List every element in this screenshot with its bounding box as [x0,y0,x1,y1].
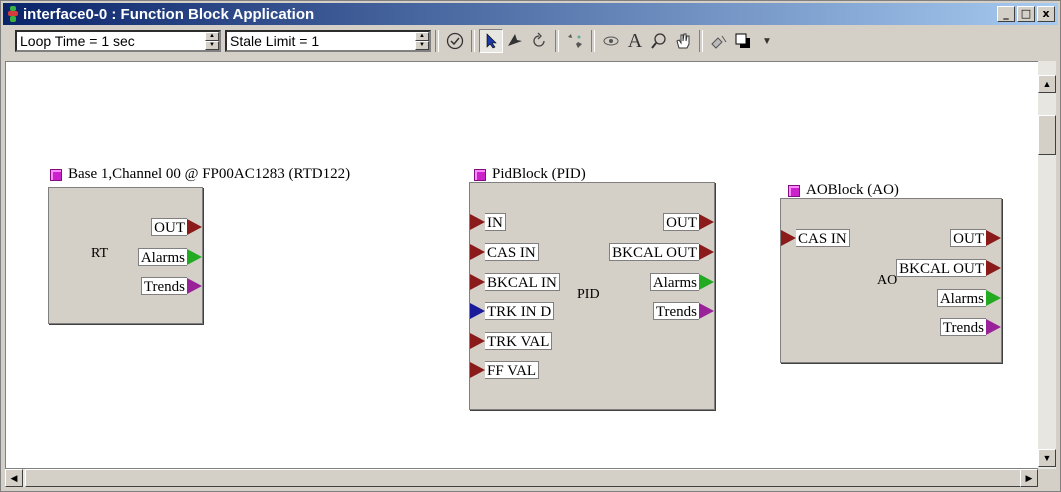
output-port-icon [187,219,202,235]
stale-limit-input[interactable] [227,33,429,49]
spin-down-icon[interactable]: ▼ [205,41,219,50]
block-type-label: PID [577,287,600,302]
rtd-port-trends[interactable]: Trends [140,276,202,296]
output-port-icon [699,214,714,230]
eye-icon[interactable] [599,29,623,53]
pid-port-trends[interactable]: Trends [652,301,714,321]
input-port-icon [470,244,485,260]
output-port-icon [986,230,1001,246]
pid-port-cas-in[interactable]: CAS IN [470,242,539,262]
paint-icon[interactable] [707,29,731,53]
spin-up-icon[interactable]: ▲ [205,32,219,41]
close-button[interactable]: x [1037,6,1055,22]
output-port-icon [699,303,714,319]
block-type-label: RT [91,246,109,261]
stale-limit-spinner[interactable]: ▲▼ [225,30,431,52]
pid-port-bkcal-in[interactable]: BKCAL IN [470,272,560,292]
dropdown-icon[interactable]: ▼ [755,29,779,53]
rtd-port-alarms[interactable]: Alarms [137,247,202,267]
diagram-canvas[interactable]: Base 1,Channel 00 @ FP00AC1283 (RTD122) … [5,61,1040,469]
horizontal-scrollbar[interactable]: ◀ ▶ [5,469,1038,487]
cube-icon [788,184,800,197]
toolbar-separator [555,30,559,52]
ao-port-trends[interactable]: Trends [939,317,1001,337]
toolbar: ▲▼ ▲▼ A [3,26,1058,56]
ao-block-title[interactable]: AOBlock (AO) [788,182,899,199]
input-port-icon [470,362,485,378]
ao-port-bkcal-out[interactable]: BKCAL OUT [896,258,1001,278]
input-port-icon [470,274,485,290]
sparkle-icon[interactable] [563,29,587,53]
app-icon [7,6,19,22]
toolbar-separator [435,30,439,52]
title-bar[interactable]: interface0-0 : Function Block Applicatio… [3,3,1058,25]
pid-port-alarms[interactable]: Alarms [649,272,714,292]
output-port-icon [699,274,714,290]
toolbar-separator [471,30,475,52]
loop-time-input[interactable] [17,33,219,49]
scroll-up-icon[interactable]: ▲ [1038,75,1056,93]
hand-icon[interactable] [671,29,695,53]
cube-icon [50,168,62,181]
pid-port-trk-val[interactable]: TRK VAL [470,331,553,351]
toolbar-separator [591,30,595,52]
ao-block[interactable]: AO CAS IN OUT BKCAL OUT Alarms Trends [780,198,1002,363]
pid-block-title[interactable]: PidBlock (PID) [474,166,586,183]
vertical-scroll-thumb[interactable] [1038,115,1056,155]
check-icon[interactable] [443,29,467,53]
rtd-port-out[interactable]: OUT [151,217,202,237]
rtd-block-title[interactable]: Base 1,Channel 00 @ FP00AC1283 (RTD122) [50,166,350,183]
block-type-label: AO [877,273,898,288]
pid-port-bkcal-out[interactable]: BKCAL OUT [609,242,714,262]
minimize-button[interactable]: _ [997,6,1015,22]
pid-port-trk-in-d[interactable]: TRK IN D [470,301,555,321]
spin-down-icon[interactable]: ▼ [415,41,429,50]
input-port-icon [470,303,485,319]
ao-port-cas-in[interactable]: CAS IN [781,228,850,248]
rtd-block[interactable]: RT OUT Alarms Trends [48,187,203,324]
toolbar-separator [699,30,703,52]
vertical-scrollbar[interactable]: ▲ ▼ [1038,61,1056,469]
application-window: interface0-0 : Function Block Applicatio… [0,0,1061,492]
output-port-icon [986,319,1001,335]
loop-time-spinner[interactable]: ▲▼ [15,30,221,52]
output-port-icon [187,278,202,294]
pid-port-ff-val[interactable]: FF VAL [470,360,540,380]
text-icon[interactable]: A [623,29,647,53]
resize-grip-icon[interactable] [1038,469,1056,487]
output-port-icon [187,249,202,265]
output-port-icon [986,260,1001,276]
input-port-icon [781,230,796,246]
pid-port-out[interactable]: OUT [663,212,714,232]
scroll-left-icon[interactable]: ◀ [5,469,23,487]
input-port-icon [470,214,485,230]
scroll-down-icon[interactable]: ▼ [1038,449,1056,467]
rotate-icon[interactable] [527,29,551,53]
fill-color-icon[interactable] [731,29,755,53]
output-port-icon [699,244,714,260]
ao-port-alarms[interactable]: Alarms [936,288,1001,308]
pid-block[interactable]: PID IN CAS IN BKCAL IN TRK IN D TRK VAL … [469,182,715,410]
horizontal-scroll-thumb[interactable] [25,469,1027,487]
restore-button[interactable]: □ [1017,6,1035,22]
cube-icon [474,168,486,181]
spin-up-icon[interactable]: ▲ [415,32,429,41]
input-port-icon [470,333,485,349]
pid-port-in[interactable]: IN [470,212,506,232]
window-title: interface0-0 : Function Block Applicatio… [23,5,315,23]
zoom-icon[interactable] [647,29,671,53]
output-port-icon [986,290,1001,306]
ao-port-out[interactable]: OUT [950,228,1001,248]
connect-icon[interactable] [503,29,527,53]
scroll-right-icon[interactable]: ▶ [1020,469,1038,487]
pointer-icon[interactable] [479,29,503,53]
